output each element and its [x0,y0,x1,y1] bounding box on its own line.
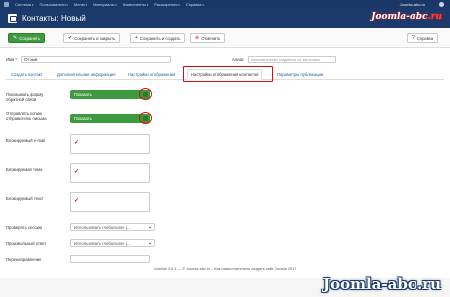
top-navbar: Система Пользователи Меню Материалы Комп… [0,0,450,8]
alias-label: Алиас [232,57,244,62]
menu-menus[interactable]: Меню [74,2,87,7]
name-label: Имя * [6,57,17,62]
cancel-label: Отменить [201,35,221,41]
banned-subject-label: Блокируемая тема [6,167,43,172]
plus-icon: + [135,34,138,41]
show-form-value: Показать [74,92,92,97]
menu-users[interactable]: Пользователи [39,2,67,7]
save-button-label: Сохранить [19,35,41,41]
highlight-circle [139,112,152,124]
pencil-icon: ✎ [13,34,18,41]
alias-input[interactable]: Автоматически создаётся из заголовка [248,56,336,63]
alias-field-row: Алиас Автоматически создаётся из заголов… [232,56,336,63]
brand-logo-main: Joomla-abc [371,12,428,22]
brand-logo: Joomla-abc.ru [371,12,442,22]
user-icon[interactable] [439,1,444,7]
redirect-label: Перенаправление [6,257,42,262]
watermark: Joomla-abc.ru [323,275,441,293]
custom-reply-label: Произвольный ответ [6,241,47,246]
main-content: Имя * Отзыв Алиас Автоматически создаётс… [0,48,450,278]
send-copy-label: Отправлять копию отправителю письма [6,111,47,121]
menu-components[interactable]: Компоненты [123,2,148,7]
checkmark-icon: ✓ [74,198,80,204]
banned-email-label: Блокируемый e-mail [6,138,46,143]
show-form-toggle[interactable]: Показать [70,90,150,99]
send-copy-toggle[interactable]: Показать [70,114,150,123]
help-icon: ? [412,34,415,41]
banned-email-textarea[interactable]: ✓ [70,134,150,154]
banned-text-textarea[interactable]: ✓ [70,192,150,212]
show-form-label: Показывать форму обратной связи [6,92,44,102]
contact-card-icon [8,13,17,23]
brand-logo-tld: .ru [427,12,442,22]
checkmark-icon: ✓ [74,140,80,146]
menu-system[interactable]: Система [15,2,33,7]
send-copy-value: Показать [74,116,92,121]
save-button[interactable]: ✎ Сохранить [8,33,46,43]
top-menu: Система Пользователи Меню Материалы Комп… [15,2,204,7]
active-tab-highlight [183,66,273,82]
footer: Joomla! 3.6.1 — © Joomla-abc.ru – Как са… [153,267,297,271]
name-field-row: Имя * Отзыв [6,56,171,63]
help-button[interactable]: ? Справка [407,33,439,43]
save-new-button[interactable]: + Сохранить и создать [130,33,186,43]
menu-content[interactable]: Материалы [93,2,117,7]
page-title: Контакты: Новый [22,13,86,23]
banned-text-label: Блокируемый текст [6,196,44,201]
site-link[interactable]: Joomla-abc.ru [400,2,425,7]
tab-display-settings[interactable]: Настройки отображения [125,69,178,80]
menu-help[interactable]: Справка [186,2,204,7]
name-input[interactable]: Отзыв [20,56,171,63]
page-header: Контакты: Новый Joomla-abc.ru [0,8,450,28]
menu-extensions[interactable]: Расширения [154,2,180,7]
joomla-logo-icon[interactable] [4,1,9,7]
tab-publishing-options[interactable]: Параметры публикации [274,69,326,80]
save-close-label: Сохранить и закрыть [74,35,116,41]
redirect-input[interactable] [70,255,150,263]
session-check-select[interactable]: Использовать глобальное (... [70,223,155,231]
toolbar: ✎ Сохранить ✔ Сохранить и закрыть + Сохр… [0,28,450,48]
session-check-label: Проверять сессию [6,225,43,230]
tab-create-contact[interactable]: Создать контакт [8,69,46,80]
highlight-circle [139,88,152,100]
custom-reply-select[interactable]: Использовать глобальное (... [70,239,155,247]
banned-subject-textarea[interactable]: ✓ [70,163,150,183]
cancel-button[interactable]: ⊗ Отменить [190,33,226,43]
save-close-button[interactable]: ✔ Сохранить и закрыть [63,33,121,43]
check-icon: ✔ [68,34,73,41]
save-new-label: Сохранить и создать [139,35,181,41]
help-label: Справка [416,35,434,41]
cancel-icon: ⊗ [195,34,200,41]
checkmark-icon: ✓ [74,169,80,175]
tab-additional-info[interactable]: Дополнительная информация [54,69,119,80]
